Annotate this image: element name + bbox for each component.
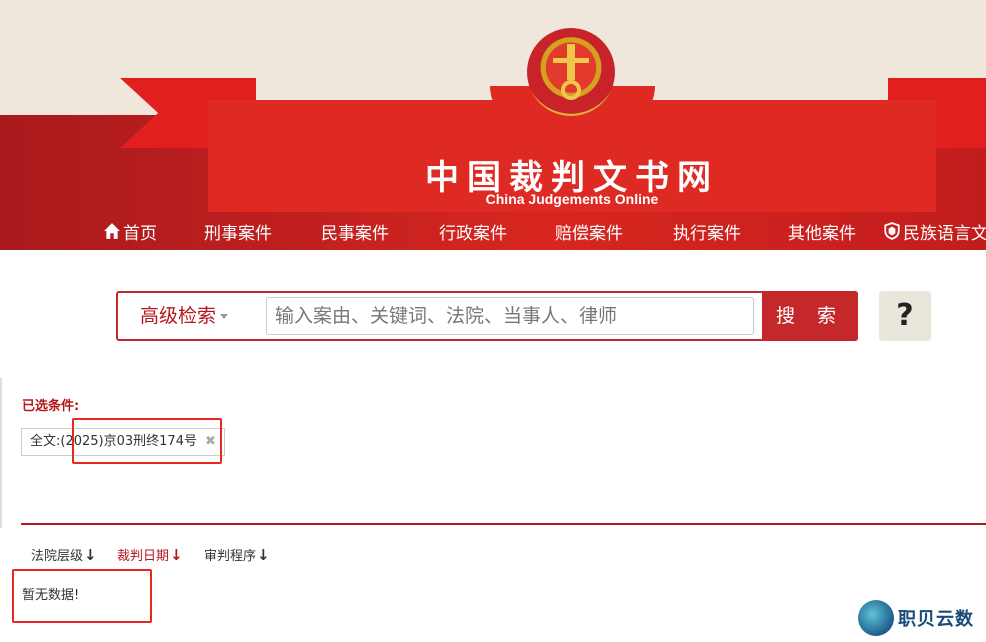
search-input[interactable] (266, 297, 754, 335)
search-bar: 高级检索 搜 索 (116, 291, 858, 341)
sort-arrow-icon: ↓ (257, 545, 270, 564)
help-button[interactable]: ? (879, 291, 931, 341)
sort-arrow-icon: ↓ (84, 545, 97, 564)
highlight-box-case-number (72, 418, 222, 464)
nav-criminal[interactable]: 刑事案件 (204, 219, 272, 244)
advanced-search-label: 高级检索 (140, 305, 217, 327)
shield-icon (884, 222, 900, 240)
search-button[interactable]: 搜 索 (762, 291, 858, 341)
site-subtitle: China Judgements Online (485, 191, 659, 207)
nav-administrative[interactable]: 行政案件 (439, 219, 507, 244)
nav-other[interactable]: 其他案件 (788, 219, 856, 244)
watermark-text: 职贝云数 (898, 609, 974, 630)
selected-conditions-label: 已选条件: (22, 399, 80, 414)
nav-enforcement[interactable]: 执行案件 (673, 219, 741, 244)
nav-ethnic-language-label: 民族语言文 (903, 223, 986, 244)
caret-down-icon (220, 314, 229, 319)
sort-arrow-icon: ↓ (170, 545, 183, 564)
court-emblem-icon (527, 28, 615, 116)
sort-trial-procedure-label: 审判程序 (204, 549, 257, 564)
sort-judgement-date[interactable]: 裁判日期 ↓ (117, 545, 183, 565)
nav-compensation[interactable]: 赔偿案件 (555, 219, 623, 244)
highlight-box-no-data (12, 569, 152, 623)
header-banner: 中国裁判文书网 China Judgements Online 首页 刑事案件 … (0, 0, 986, 250)
filter-chip-prefix: 全文: (30, 434, 61, 449)
nav-civil[interactable]: 民事案件 (321, 219, 389, 244)
home-icon (104, 223, 120, 239)
nav-ethnic-language[interactable]: 民族语言文 (883, 219, 986, 244)
results-divider (21, 523, 986, 525)
nav-home-label: 首页 (123, 223, 157, 244)
advanced-search-dropdown[interactable]: 高级检索 (140, 293, 229, 339)
left-divider (0, 378, 2, 528)
sort-court-level-label: 法院层级 (31, 549, 84, 564)
sort-trial-procedure[interactable]: 审判程序 ↓ (204, 545, 270, 565)
watermark-logo-icon (858, 600, 894, 636)
nav-home[interactable]: 首页 (103, 219, 157, 244)
sort-judgement-date-label: 裁判日期 (117, 549, 170, 564)
sort-court-level[interactable]: 法院层级 ↓ (31, 545, 97, 565)
watermark: 职贝云数 (858, 600, 974, 636)
